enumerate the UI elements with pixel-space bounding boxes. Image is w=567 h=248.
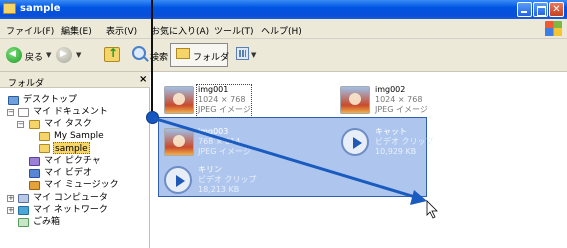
- drag-arrow: [152, 116, 438, 219]
- mouse-pointer-icon: [426, 200, 438, 219]
- drag-arrow-line: [152, 116, 416, 199]
- drag-arrowhead: [410, 190, 427, 205]
